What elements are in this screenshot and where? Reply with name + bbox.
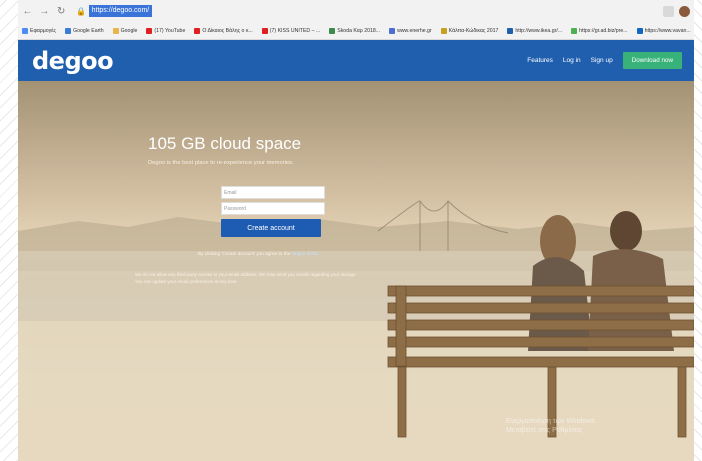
tagline-text: Degoo is the best place to re-experience… (148, 160, 294, 166)
reload-icon[interactable]: ↻ (56, 4, 67, 18)
forward-icon[interactable]: → (39, 4, 50, 18)
hero-text-block: 105 GB cloud space Degoo is the best pla… (148, 134, 408, 166)
bookmark-favicon-icon (329, 27, 336, 34)
create-account-button[interactable]: Create account (221, 219, 321, 237)
hero-section: 105 GB cloud space Degoo is the best pla… (18, 81, 694, 461)
bookmark-label: (7) KISS UNITED – ... (269, 27, 321, 34)
bookmark-item[interactable]: Κάλπα-Κώδικας 2017 (440, 27, 499, 34)
watermark-line-1: Ενεργοποίηση των Windows (506, 418, 595, 425)
bookmark-label: (17) YouTube (154, 27, 186, 34)
bookmark-favicon-icon (507, 27, 514, 34)
windows-activation-watermark: Ενεργοποίηση των Windows Μεταβείτε στις … (506, 417, 595, 435)
bookmark-label: Skoda Καρ 2018... (337, 27, 381, 34)
nav-login-link[interactable]: Log in (563, 57, 581, 64)
back-icon[interactable]: ← (22, 4, 33, 18)
address-bar[interactable]: 🔒 https://degoo.com/ (76, 4, 657, 18)
bookmark-favicon-icon (65, 27, 72, 34)
bookmark-favicon-icon (112, 27, 119, 34)
degoo-logo[interactable]: degoo (32, 47, 114, 75)
bookmark-favicon-icon (636, 27, 643, 34)
password-field[interactable]: Password (221, 202, 325, 215)
watermark-line-2: Μεταβείτε στις Ρυθμίσεις (506, 427, 583, 434)
bookmark-item[interactable]: (7) KISS UNITED – ... (261, 27, 321, 34)
bookmark-item[interactable]: Skoda Καρ 2018... (329, 27, 381, 34)
bookmark-item[interactable]: www.enerhe.gr (389, 27, 432, 34)
bookmarks-bar: Εφαρμογές Google Earth Google (17) YouTube Ο… (18, 22, 694, 39)
email-field[interactable]: Email (221, 186, 325, 199)
download-now-button[interactable]: Download now (622, 52, 682, 69)
browser-toolbar: ← → ↻ 🔒 https://degoo.com/ (18, 0, 694, 22)
bookmark-favicon-icon (261, 27, 268, 34)
terms-notice: By clicking 'Create account' you agree t… (198, 251, 320, 256)
signup-form: Email Password Create account (221, 186, 325, 237)
torn-edge-left (0, 0, 18, 461)
bookmark-favicon-icon (22, 27, 28, 34)
bookmark-item[interactable]: Google (112, 27, 138, 34)
bookmark-item[interactable]: (17) YouTube (146, 27, 186, 34)
bookmark-label: https://www.vavan... (644, 27, 691, 34)
bookmark-item[interactable]: http://www.ikea.gr/... (507, 27, 563, 34)
torn-edge-right (694, 0, 702, 461)
bookmark-item[interactable]: https://www.vavan... (636, 27, 691, 34)
bookmark-favicon-icon (146, 27, 153, 34)
bookmark-favicon-icon (440, 27, 447, 34)
bookmark-label: Google (120, 27, 138, 34)
bookmark-label: http://www.ikea.gr/... (515, 27, 563, 34)
bookmark-favicon-icon (389, 27, 396, 34)
extension-icon[interactable] (663, 5, 674, 17)
lock-icon: 🔒 (76, 6, 87, 16)
bookmark-label: Εφαρμογές (30, 27, 57, 34)
privacy-notice: We do not allow any third-party access t… (135, 272, 357, 284)
terms-link[interactable]: Degoo terms. (292, 251, 320, 256)
bookmark-label: Google Earth (73, 27, 104, 34)
bookmark-favicon-icon (194, 27, 201, 34)
terms-text: By clicking 'Create account' you agree t… (198, 251, 292, 256)
bookmark-label: www.enerhe.gr (397, 27, 432, 34)
profile-avatar-icon[interactable] (679, 5, 690, 17)
bookmark-label: Κάλπα-Κώδικας 2017 (448, 27, 499, 34)
bookmark-label: https://gr.ad.biz/pre... (579, 27, 628, 34)
page-title: 105 GB cloud space (148, 134, 302, 153)
address-url[interactable]: https://degoo.com/ (88, 5, 153, 17)
nav-features-link[interactable]: Features (527, 57, 553, 64)
site-nav: Features Log in Sign up Download now (527, 52, 682, 69)
browser-chrome: ← → ↻ 🔒 https://degoo.com/ Εφαρμογές Goog… (18, 0, 694, 40)
bookmark-favicon-icon (571, 27, 578, 34)
bookmark-item[interactable]: Εφαρμογές (22, 27, 57, 34)
bookmark-label: Ο Δίκαιος Βάλης ο κ... (202, 27, 253, 34)
bookmark-item[interactable]: Google Earth (65, 27, 104, 34)
bookmark-item[interactable]: Ο Δίκαιος Βάλης ο κ... (194, 27, 253, 34)
bookmark-item[interactable]: https://gr.ad.biz/pre... (571, 27, 628, 34)
nav-signup-link[interactable]: Sign up (591, 57, 613, 64)
site-header: degoo Features Log in Sign up Download n… (18, 40, 694, 81)
